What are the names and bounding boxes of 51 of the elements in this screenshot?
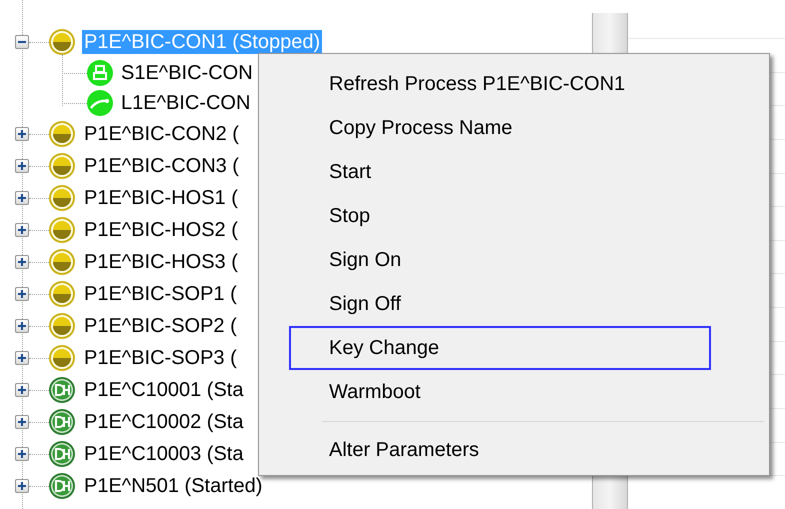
collapse-toggle[interactable] bbox=[15, 35, 29, 49]
expand-toggle[interactable] bbox=[15, 159, 29, 173]
tree-item[interactable]: P1E^C10002 (Sta bbox=[82, 410, 246, 434]
menu-item[interactable]: Sign Off bbox=[289, 282, 711, 326]
expand-toggle[interactable] bbox=[15, 191, 29, 205]
menu-item[interactable]: Alter Parameters bbox=[289, 428, 711, 472]
tree-item[interactable]: P1E^BIC-HOS3 ( bbox=[82, 250, 240, 274]
tree-item[interactable]: P1E^C10003 (Sta bbox=[82, 442, 246, 466]
tree-item[interactable]: S1E^BIC-CON bbox=[119, 61, 255, 85]
expand-toggle[interactable] bbox=[15, 383, 29, 397]
menu-item[interactable]: Key Change bbox=[289, 326, 711, 370]
ball-icon bbox=[48, 280, 76, 308]
tree-item[interactable]: L1E^BIC-CON bbox=[119, 91, 252, 115]
dh-badge-icon bbox=[48, 376, 76, 404]
expand-toggle[interactable] bbox=[15, 319, 29, 333]
menu-item[interactable]: Sign On bbox=[289, 238, 711, 282]
tree-item[interactable]: P1E^BIC-CON3 ( bbox=[82, 154, 241, 178]
menu-item[interactable]: Warmboot bbox=[289, 370, 711, 414]
expand-toggle[interactable] bbox=[15, 479, 29, 493]
ball-icon bbox=[48, 344, 76, 372]
ball-icon bbox=[48, 312, 76, 340]
tree-item[interactable]: P1E^BIC-HOS2 ( bbox=[82, 218, 240, 242]
tree-item[interactable]: P1E^BIC-SOP1 ( bbox=[82, 282, 239, 306]
dh-badge-icon bbox=[48, 472, 76, 500]
expand-toggle[interactable] bbox=[15, 223, 29, 237]
tree-item[interactable]: P1E^BIC-HOS1 ( bbox=[82, 186, 240, 210]
expand-toggle[interactable] bbox=[15, 415, 29, 429]
ball-icon bbox=[48, 28, 76, 56]
menu-item[interactable]: Refresh Process P1E^BIC-CON1 bbox=[289, 62, 711, 106]
expand-toggle[interactable] bbox=[15, 351, 29, 365]
ball-icon bbox=[48, 152, 76, 180]
expand-toggle[interactable] bbox=[15, 255, 29, 269]
ball-icon bbox=[48, 184, 76, 212]
tree-item[interactable]: P1E^BIC-SOP2 ( bbox=[82, 314, 239, 338]
cable-icon bbox=[87, 90, 113, 116]
dh-badge-icon bbox=[48, 408, 76, 436]
ball-icon bbox=[48, 120, 76, 148]
dh-badge-icon bbox=[48, 440, 76, 468]
ball-icon bbox=[48, 216, 76, 244]
tree-item[interactable]: P1E^C10001 (Sta bbox=[82, 378, 246, 402]
ball-icon bbox=[48, 248, 76, 276]
menu-item[interactable]: Start bbox=[289, 150, 711, 194]
expand-toggle[interactable] bbox=[15, 287, 29, 301]
tree-item[interactable]: P1E^BIC-CON2 ( bbox=[82, 122, 241, 146]
expand-toggle[interactable] bbox=[15, 127, 29, 141]
printer-icon bbox=[87, 60, 113, 86]
menu-item[interactable]: Copy Process Name bbox=[289, 106, 711, 150]
menu-item[interactable]: Stop bbox=[289, 194, 711, 238]
tree-item[interactable]: P1E^BIC-SOP3 ( bbox=[82, 346, 239, 370]
expand-toggle[interactable] bbox=[15, 447, 29, 461]
tree-item[interactable]: P1E^N501 (Started) bbox=[82, 474, 264, 498]
